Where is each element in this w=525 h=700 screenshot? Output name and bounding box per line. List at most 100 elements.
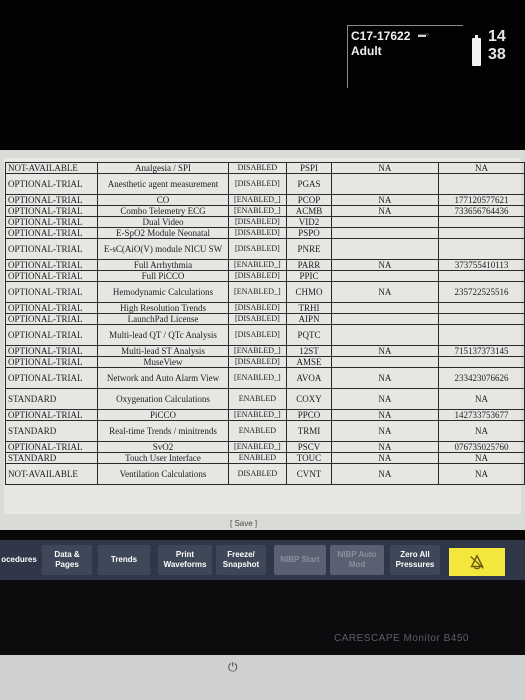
option-name-cell: Network and Auto Alarm View	[97, 367, 229, 389]
option-type-cell: OPTIONAL-TRIAL	[4, 356, 99, 368]
patient-type: Adult	[351, 44, 382, 58]
option-value1-cell: NA	[330, 367, 440, 389]
option-value1-cell: NA	[330, 388, 440, 410]
option-value2-cell	[438, 227, 525, 239]
option-value2-cell	[438, 270, 525, 282]
brand-label: CARESCAPE Monitor B450	[334, 633, 469, 644]
option-row: STANDARD Real-time Trends / minitrends ENA…	[4, 420, 525, 442]
option-value1-cell: NA	[330, 420, 440, 442]
option-type-cell: OPTIONAL-TRIAL	[4, 173, 99, 195]
option-code-cell: ACMB	[286, 205, 332, 217]
option-name-cell: Full PiCCO	[97, 270, 229, 282]
option-value1-cell: NA	[330, 452, 440, 464]
option-name-cell: LaunchPad License	[97, 313, 229, 325]
option-type-cell: OPTIONAL-TRIAL	[4, 367, 99, 389]
option-name-cell: Analgesia / SPI	[97, 162, 229, 174]
option-value2-cell: 373755410113	[438, 259, 525, 271]
option-row: OPTIONAL-TRIAL Full Arrhythmia [ENABLED_] P…	[4, 259, 525, 271]
option-value1-cell: NA	[330, 162, 440, 174]
option-value2-cell	[438, 173, 525, 195]
option-code-cell: AIPN	[286, 313, 332, 325]
procedures-button[interactable]: ocedures	[0, 545, 38, 575]
option-state-cell: [DISABLED]	[227, 216, 288, 228]
option-name-cell: CO	[97, 194, 229, 206]
option-type-cell: OPTIONAL-TRIAL	[4, 194, 99, 206]
option-state-cell: [ENABLED_]	[227, 259, 288, 271]
option-name-cell: Dual Video	[97, 216, 229, 228]
option-value2-cell	[438, 356, 525, 368]
option-value1-cell	[330, 173, 440, 195]
option-type-cell: OPTIONAL-TRIAL	[4, 313, 99, 325]
option-row: STANDARD Touch User Interface ENABLED TOUC N…	[4, 452, 525, 464]
option-code-cell: PGAS	[286, 173, 332, 195]
option-row: OPTIONAL-TRIAL E-SpO2 Module Neonatal [DIS…	[4, 227, 525, 239]
option-state-cell: [DISABLED]	[227, 324, 288, 346]
option-name-cell: E-SpO2 Module Neonatal	[97, 227, 229, 239]
option-state-cell: ENABLED	[227, 420, 288, 442]
option-name-cell: Ventilation Calculations	[97, 463, 229, 485]
option-state-cell: [ENABLED_]	[227, 205, 288, 217]
option-row: OPTIONAL-TRIAL Network and Auto Alarm Vie…	[4, 367, 525, 389]
option-name-cell: Real-time Trends / minitrends	[97, 420, 229, 442]
option-type-cell: STANDARD	[4, 420, 99, 442]
option-value2-cell: NA	[438, 463, 525, 485]
save-button[interactable]: [ Save ]	[230, 519, 257, 528]
option-code-cell: TRHI	[286, 302, 332, 314]
option-row: STANDARD Oxygenation Calculations ENABLED C…	[4, 388, 525, 410]
option-type-cell: OPTIONAL-TRIAL	[4, 345, 99, 357]
option-value2-cell: 715137373145	[438, 345, 525, 357]
alarm-silence-button[interactable]	[449, 548, 505, 576]
option-value2-cell: 076735025760	[438, 441, 525, 453]
option-code-cell: TOUC	[286, 452, 332, 464]
option-state-cell: [DISABLED]	[227, 313, 288, 325]
option-type-cell: NOT-AVAILABLE	[4, 162, 99, 174]
option-code-cell: PSPI	[286, 162, 332, 174]
option-value2-cell: 733656764436	[438, 205, 525, 217]
ac-power-icon: ⏻	[228, 660, 238, 674]
option-type-cell: OPTIONAL-TRIAL	[4, 216, 99, 228]
option-type-cell: OPTIONAL-TRIAL	[4, 281, 99, 303]
option-name-cell: Hemodynamic Calculations	[97, 281, 229, 303]
option-value1-cell	[330, 324, 440, 346]
option-row: NOT-AVAILABLE Analgesia / SPI DISABLED PSPI…	[4, 162, 525, 174]
option-type-cell: OPTIONAL-TRIAL	[4, 205, 99, 217]
nibp-start-button[interactable]: NIBP Start	[274, 545, 326, 575]
option-state-cell: [ENABLED_]	[227, 441, 288, 453]
option-code-cell: AMSE	[286, 356, 332, 368]
option-code-cell: PQTC	[286, 324, 332, 346]
option-value1-cell: NA	[330, 463, 440, 485]
option-type-cell: STANDARD	[4, 388, 99, 410]
option-name-cell: MuseView	[97, 356, 229, 368]
zero-all-pressures-button[interactable]: Zero All Pressures	[390, 545, 440, 575]
option-state-cell: [ENABLED_]	[227, 194, 288, 206]
option-type-cell: OPTIONAL-TRIAL	[4, 441, 99, 453]
option-name-cell: Combo Telemetry ECG	[97, 205, 229, 217]
option-state-cell: [DISABLED]	[227, 270, 288, 282]
option-state-cell: [ENABLED_]	[227, 367, 288, 389]
option-state-cell: [DISABLED]	[227, 302, 288, 314]
option-name-cell: Anesthetic agent measurement	[97, 173, 229, 195]
option-value1-cell	[330, 216, 440, 228]
option-name-cell: Multi-lead QT / QTc Analysis	[97, 324, 229, 346]
option-code-cell: PARR	[286, 259, 332, 271]
option-name-cell: PiCCO	[97, 409, 229, 421]
patient-id: C17-17622	[351, 29, 411, 43]
print-waveforms-button[interactable]: Print Waveforms	[158, 545, 212, 575]
option-type-cell: OPTIONAL-TRIAL	[4, 227, 99, 239]
option-value2-cell: 235722525516	[438, 281, 525, 303]
option-row: OPTIONAL-TRIAL MuseView [DISABLED] AMSE	[4, 356, 525, 368]
option-row: OPTIONAL-TRIAL High Resolution Trends [DIS…	[4, 302, 525, 314]
option-state-cell: [DISABLED]	[227, 356, 288, 368]
option-state-cell: ENABLED	[227, 452, 288, 464]
option-value1-cell: NA	[330, 281, 440, 303]
option-row: OPTIONAL-TRIAL CO [ENABLED_] PCOP NA 17712057…	[4, 194, 525, 206]
option-value1-cell	[330, 227, 440, 239]
data-pages-button[interactable]: Data & Pages	[42, 545, 92, 575]
nibp-auto-button[interactable]: NIBP Auto Mod	[330, 545, 384, 575]
option-code-cell: AVOA	[286, 367, 332, 389]
option-code-cell: COXY	[286, 388, 332, 410]
trends-button[interactable]: Trends	[98, 545, 150, 575]
status-bar: C17-17622 Adult ▬◦ 14 38	[0, 0, 525, 150]
freeze-snapshot-button[interactable]: Freeze/ Snapshot	[216, 545, 266, 575]
option-state-cell: [ENABLED_]	[227, 345, 288, 357]
